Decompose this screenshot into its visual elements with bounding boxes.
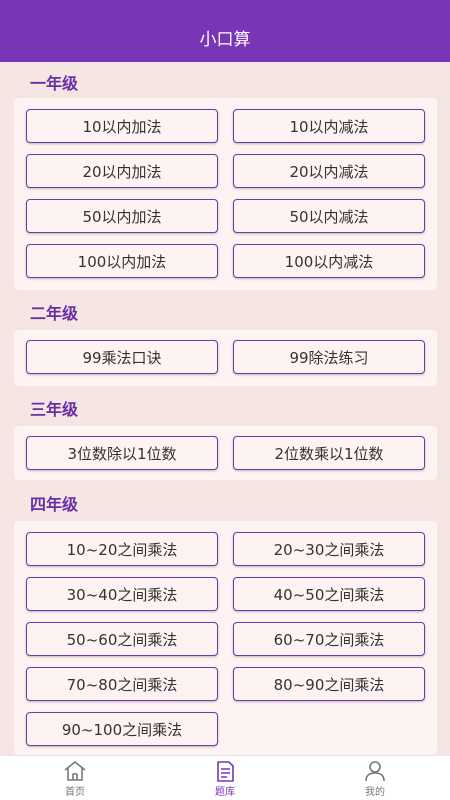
exercise-button[interactable]: 40~50之间乘法 (233, 577, 425, 611)
page-title: 小口算 (199, 30, 251, 50)
exercise-button[interactable]: 3位数除以1位数 (26, 436, 218, 470)
section-title-grade-3: 三年级 (30, 400, 79, 419)
section-panel-grade-1: 10以内加法 10以内减法 20以内加法 20以内减法 50以内加法 50以内减… (14, 98, 437, 290)
section-panel-grade-2: 99乘法口诀 99除法练习 (14, 330, 437, 386)
exercise-button[interactable]: 2位数乘以1位数 (233, 436, 425, 470)
tab-home[interactable]: 首页 (0, 756, 150, 800)
section-title-grade-1: 一年级 (30, 74, 79, 93)
exercise-button[interactable]: 50以内加法 (26, 199, 218, 233)
exercise-button[interactable]: 10~20之间乘法 (26, 532, 218, 566)
section-panel-grade-3: 3位数除以1位数 2位数乘以1位数 (14, 426, 437, 480)
app-header: 小口算 (0, 0, 450, 62)
document-icon (217, 760, 234, 782)
exercise-button[interactable]: 30~40之间乘法 (26, 577, 218, 611)
exercise-button[interactable]: 20~30之间乘法 (233, 532, 425, 566)
exercise-button[interactable]: 100以内减法 (233, 244, 425, 278)
home-icon (64, 760, 86, 781)
exercise-button[interactable]: 99乘法口诀 (26, 340, 218, 374)
exercise-button[interactable]: 20以内加法 (26, 154, 218, 188)
tab-profile[interactable]: 我的 (300, 756, 450, 800)
exercise-button[interactable]: 50以内减法 (233, 199, 425, 233)
section-title-grade-4: 四年级 (30, 495, 79, 514)
tab-label: 首页 (65, 786, 85, 798)
exercise-button[interactable]: 100以内加法 (26, 244, 218, 278)
section-panel-grade-4: 10~20之间乘法 20~30之间乘法 30~40之间乘法 40~50之间乘法 … (14, 521, 437, 755)
tab-label: 题库 (215, 786, 235, 798)
section-title-grade-2: 二年级 (30, 304, 79, 323)
exercise-button[interactable]: 10以内加法 (26, 109, 218, 143)
exercise-button[interactable]: 10以内减法 (233, 109, 425, 143)
exercise-button[interactable]: 60~70之间乘法 (233, 622, 425, 656)
exercise-button[interactable]: 90~100之间乘法 (26, 712, 218, 746)
exercise-button[interactable]: 20以内减法 (233, 154, 425, 188)
bottom-tab-bar: 首页 题库 我的 (0, 755, 450, 800)
exercise-button[interactable]: 80~90之间乘法 (233, 667, 425, 701)
user-icon (365, 760, 385, 781)
tab-question-bank[interactable]: 题库 (150, 756, 300, 800)
exercise-button[interactable]: 50~60之间乘法 (26, 622, 218, 656)
exercise-button[interactable]: 99除法练习 (233, 340, 425, 374)
question-bank-list[interactable]: 一年级 10以内加法 10以内减法 20以内加法 20以内减法 50以内加法 5… (0, 62, 450, 755)
tab-label: 我的 (365, 786, 385, 798)
exercise-button[interactable]: 70~80之间乘法 (26, 667, 218, 701)
